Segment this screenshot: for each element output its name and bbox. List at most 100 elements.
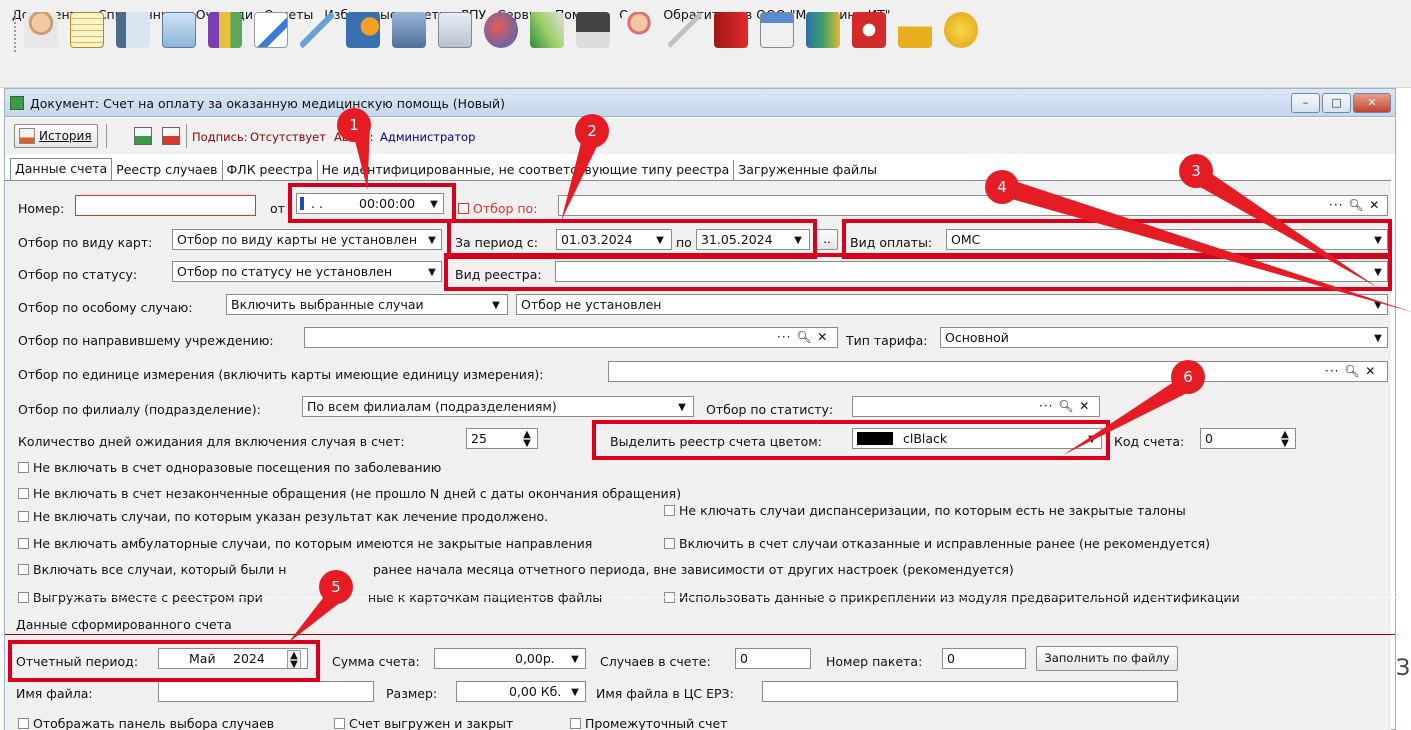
building-icon[interactable] [392, 12, 426, 48]
thermometer-icon[interactable] [668, 12, 702, 48]
globe-icon[interactable] [484, 12, 518, 48]
card-type-select[interactable]: Отбор по виду карты не установлен ▼ [172, 229, 442, 250]
status-select[interactable]: Отбор по статусу не установлен ▼ [172, 261, 442, 282]
chevron-down-icon[interactable]: ▼ [425, 263, 439, 281]
tariff-select[interactable]: Основной ▼ [940, 327, 1388, 348]
checkbox-box[interactable] [334, 718, 345, 729]
checkbox-box[interactable] [18, 564, 29, 575]
opt-dispensary[interactable]: Не ключать случаи диспансеризации, по ко… [664, 503, 1186, 518]
data-book-icon[interactable] [806, 12, 840, 48]
opt-single-visits[interactable]: Не включать в счет одноразовые посещения… [18, 460, 441, 475]
checkbox-box[interactable] [18, 488, 29, 499]
report-period-spinner[interactable]: Май 2024 ▲ ▼ [158, 648, 308, 669]
referring-input[interactable]: ··· 🔍︎ ✕ [304, 327, 838, 348]
show-case-panel-checkbox[interactable]: Отображать панель выбора случаев [18, 716, 274, 730]
exported-closed-checkbox[interactable]: Счет выгружен и закрыт [334, 716, 513, 730]
tab-unidentified[interactable]: Не идентифицированные, не соответствующи… [318, 160, 735, 180]
opt-include-all[interactable]: Включать все случаи, который были н [18, 562, 286, 577]
size-field: 0,00 Кб. ▼ [456, 681, 586, 702]
opt-unfinished[interactable]: Не включать в счет незаконченные обращен… [18, 486, 681, 501]
referring-controls[interactable]: ··· 🔍︎ ✕ [777, 328, 828, 347]
edit-icon[interactable] [254, 12, 288, 48]
erz-field[interactable] [762, 681, 1178, 702]
chat-icon[interactable] [944, 12, 978, 48]
opt-continued[interactable]: Не включать случаи, по которым указан ре… [18, 509, 548, 524]
menu-favorite-reports[interactable]: Избранные отчеты [324, 7, 448, 22]
unit-input[interactable]: ··· 🔍︎ ✕ [608, 361, 1388, 382]
checkbox-box[interactable] [18, 462, 29, 473]
chevron-down-icon[interactable]: ▼ [653, 231, 667, 249]
checkbox-box[interactable] [664, 538, 675, 549]
filter-by-controls[interactable]: ··· 🔍︎ ✕ [1329, 196, 1380, 215]
statistician-controls[interactable]: ··· 🔍︎ ✕ [1039, 397, 1090, 416]
chevron-down-icon[interactable]: ▼ [489, 296, 503, 314]
checkbox-box[interactable] [664, 505, 675, 516]
chevron-down-icon[interactable]: ▼ [675, 398, 689, 416]
maximize-button[interactable]: □ [1322, 93, 1351, 113]
syringe-icon[interactable] [300, 12, 334, 48]
checkbox-box[interactable] [18, 511, 29, 522]
first-aid-icon[interactable] [438, 12, 472, 48]
spinner-arrows-icon[interactable]: ▲ ▼ [521, 430, 533, 449]
chevron-down-icon[interactable]: ▼ [568, 683, 582, 701]
special-case-filter-select[interactable]: Отбор не установлен ▼ [516, 294, 1388, 315]
toolbar-grip[interactable] [14, 10, 18, 52]
close-button[interactable]: ✕ [1353, 93, 1391, 113]
pdf-icon[interactable] [852, 12, 886, 48]
checkbox-box[interactable] [18, 718, 29, 729]
chevron-down-icon[interactable]: ▼ [568, 650, 582, 668]
tent-icon[interactable] [530, 12, 564, 48]
period-from-input[interactable]: 01.03.2024 ▼ [556, 229, 672, 250]
statistician-input[interactable]: ··· 🔍︎ ✕ [852, 396, 1100, 417]
notebook-icon[interactable] [70, 12, 104, 48]
document-list-icon[interactable] [116, 12, 150, 48]
doctor-icon[interactable] [24, 12, 58, 48]
checkbox-box[interactable] [458, 203, 469, 214]
sum-field[interactable]: 0,00р. ▼ [434, 648, 586, 669]
status-value: Отбор по статусу не установлен [177, 264, 393, 279]
period-to-input[interactable]: 31.05.2024 ▼ [696, 229, 810, 250]
invoice-code-spinner[interactable]: 0 ▲ ▼ [1200, 428, 1296, 449]
chevron-down-icon[interactable]: ▼ [425, 231, 439, 249]
chevron-down-icon[interactable]: ▼ [1371, 231, 1385, 249]
from-datetime-input[interactable]: . . 00:00:00 ▼ [296, 193, 444, 214]
nurse-icon[interactable] [622, 12, 656, 48]
flasks-icon[interactable] [208, 12, 242, 48]
chevron-down-icon[interactable]: ▼ [427, 195, 441, 213]
minimize-button[interactable]: – [1291, 93, 1320, 113]
chevron-down-icon[interactable]: ▼ [791, 231, 805, 249]
filter-by-checkbox[interactable]: Отбор по: [458, 201, 537, 216]
marker-5: 5 [319, 570, 353, 604]
red-book-icon[interactable] [714, 12, 748, 48]
number-input[interactable] [75, 195, 256, 216]
fill-from-file-button[interactable]: Заполнить по файлу [1036, 646, 1178, 671]
checkbox-box[interactable] [18, 538, 29, 549]
tab-case-registry[interactable]: Реестр случаев [112, 160, 223, 180]
checkbox-box[interactable] [570, 718, 581, 729]
period-more-button[interactable]: .. [816, 229, 838, 250]
sign-icon[interactable] [134, 127, 152, 145]
special-case-select[interactable]: Включить выбранные случаи ▼ [226, 294, 508, 315]
tab-flk-registry[interactable]: ФЛК реестра [223, 160, 318, 180]
history-button[interactable]: История [14, 124, 98, 148]
spinner-arrows-icon[interactable]: ▲ ▼ [1279, 430, 1291, 449]
tab-loaded-files[interactable]: Загруженные файлы [734, 160, 881, 180]
calendar-icon[interactable] [760, 12, 794, 48]
sum-value: 0,00р. [515, 651, 555, 666]
unit-controls[interactable]: ··· 🔍︎ ✕ [1325, 362, 1376, 381]
tab-invoice-data[interactable]: Данные счета [10, 158, 113, 180]
packet-field[interactable]: 0 [942, 648, 1026, 669]
spinner-arrows-icon[interactable]: ▲ ▼ [287, 650, 301, 668]
opt-referrals[interactable]: Не включать амбулаторные случаи, по кото… [18, 536, 592, 551]
card-icon[interactable] [162, 12, 196, 48]
unsign-icon[interactable] [162, 127, 180, 145]
filename-field[interactable] [158, 681, 374, 702]
scanner-icon[interactable] [576, 12, 610, 48]
branch-select[interactable]: По всем филиалам (подразделениям) ▼ [302, 396, 694, 417]
chevron-down-icon[interactable]: ▼ [1371, 329, 1385, 347]
wait-days-spinner[interactable]: 25 ▲ ▼ [466, 428, 538, 449]
opt-refused-fixed[interactable]: Включить в счет случаи отказанные и испр… [664, 536, 1210, 551]
intermediate-checkbox[interactable]: Промежуточный счет [570, 716, 727, 730]
lock-icon[interactable] [898, 12, 932, 48]
schedule-icon[interactable] [346, 12, 380, 48]
